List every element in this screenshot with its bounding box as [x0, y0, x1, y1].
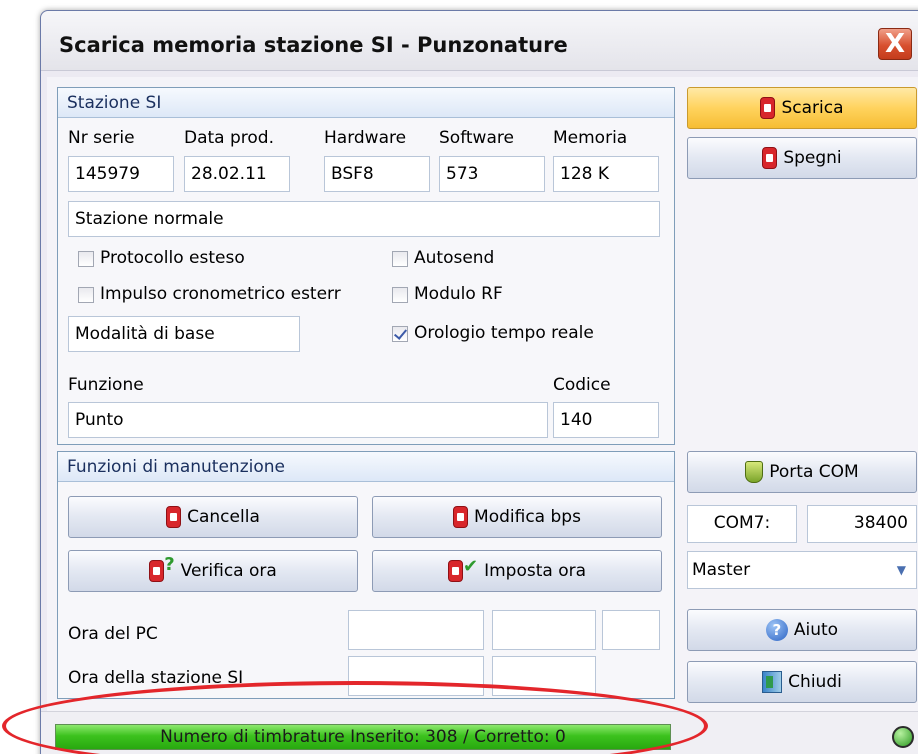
baud-rate-field[interactable]: 38400 — [807, 505, 917, 543]
imposta-ora-button[interactable]: ✔ Imposta ora — [372, 550, 662, 592]
funzione-label: Funzione — [68, 375, 144, 395]
modalita-field[interactable]: Modalità di base — [68, 316, 300, 352]
dialog-body: Stazione SI Nr serie Data prod. Hardware… — [47, 77, 918, 754]
modifica-bps-button[interactable]: Modifica bps — [372, 496, 662, 538]
codice-field[interactable]: 140 — [553, 402, 659, 438]
com-port-field[interactable]: COM7: — [687, 505, 797, 543]
si-card-icon — [760, 97, 776, 119]
manutenzione-header: Funzioni di manutenzione — [58, 452, 674, 482]
manutenzione-group: Funzioni di manutenzione Cancella Modifi… — [57, 451, 675, 699]
autosend-checkbox[interactable] — [392, 251, 408, 267]
window-title: Scarica memoria stazione SI - Punzonatur… — [59, 33, 568, 57]
verifica-ora-label: Verifica ora — [180, 561, 277, 581]
aiuto-button[interactable]: ? Aiuto — [687, 609, 917, 651]
scarica-button[interactable]: Scarica — [687, 87, 917, 129]
exit-door-icon — [762, 671, 783, 693]
imposta-ora-label: Imposta ora — [484, 561, 586, 581]
si-card-icon — [453, 506, 469, 528]
si-clock-icon — [149, 560, 165, 582]
stazione-tipo-field[interactable]: Stazione normale — [68, 201, 660, 237]
codice-label: Codice — [553, 375, 611, 395]
ora-pc-extra-field[interactable] — [602, 610, 660, 650]
porta-com-button[interactable]: Porta COM — [687, 451, 917, 493]
porta-com-label: Porta COM — [769, 462, 859, 482]
ora-pc-date-field[interactable] — [348, 610, 484, 650]
software-field[interactable]: 573 — [439, 156, 545, 192]
data-prod-field[interactable]: 28.02.11 — [184, 156, 290, 192]
hardware-field[interactable]: BSF8 — [324, 156, 430, 192]
memoria-label: Memoria — [553, 128, 628, 148]
modulo-rf-label: Modulo RF — [414, 284, 503, 304]
ora-stazione-label: Ora della stazione SI — [68, 668, 244, 688]
memoria-field[interactable]: 128 K — [553, 156, 659, 192]
verifica-ora-button[interactable]: ? Verifica ora — [68, 550, 358, 592]
spegni-button[interactable]: Spegni — [687, 137, 917, 179]
ora-pc-label: Ora del PC — [68, 624, 158, 644]
ora-pc-time-field[interactable] — [492, 610, 596, 650]
software-label: Software — [439, 128, 514, 148]
modulo-rf-checkbox[interactable] — [392, 287, 408, 303]
autosend-label: Autosend — [414, 248, 495, 268]
title-bar: Scarica memoria stazione SI - Punzonatur… — [41, 11, 918, 71]
data-prod-label: Data prod. — [184, 128, 274, 148]
hardware-label: Hardware — [324, 128, 407, 148]
dialog-window: Scarica memoria stazione SI - Punzonatur… — [40, 10, 918, 754]
protocollo-esteso-label: Protocollo esteso — [100, 248, 245, 268]
orologio-tempo-reale-checkbox[interactable] — [392, 326, 408, 342]
aiuto-label: Aiuto — [793, 620, 839, 640]
question-mark-icon: ? — [164, 553, 175, 575]
status-bar: Numero di timbrature Inserito: 308 / Cor… — [41, 711, 918, 754]
status-led-icon — [892, 726, 914, 748]
impulso-cronometrico-checkbox[interactable] — [78, 287, 94, 303]
impulso-cronometrico-label: Impulso cronometrico esterr — [100, 284, 341, 304]
spegni-label: Spegni — [783, 148, 842, 168]
checkmark-icon: ✔ — [462, 555, 479, 577]
serial-port-icon — [745, 461, 764, 483]
nr-serie-field[interactable]: 145979 — [68, 156, 174, 192]
cancella-label: Cancella — [187, 507, 260, 527]
chiudi-button[interactable]: Chiudi — [687, 661, 917, 703]
stazione-si-group: Stazione SI Nr serie Data prod. Hardware… — [57, 87, 675, 445]
si-card-icon — [762, 147, 778, 169]
si-card-icon — [166, 506, 182, 528]
funzione-field[interactable]: Punto — [68, 402, 548, 438]
orologio-tempo-reale-label: Orologio tempo reale — [414, 323, 594, 343]
chiudi-label: Chiudi — [788, 672, 842, 692]
stazione-si-header: Stazione SI — [58, 88, 674, 118]
cancella-button[interactable]: Cancella — [68, 496, 358, 538]
chevron-down-icon[interactable]: ▼ — [897, 552, 906, 588]
progress-bar: Numero di timbrature Inserito: 308 / Cor… — [55, 724, 671, 750]
nr-serie-label: Nr serie — [68, 128, 135, 148]
mode-select[interactable]: Master ▼ — [687, 551, 917, 589]
help-icon: ? — [765, 619, 788, 641]
ora-stazione-date-field[interactable] — [348, 656, 484, 696]
scarica-label: Scarica — [781, 98, 844, 118]
mode-select-value: Master — [692, 560, 751, 580]
protocollo-esteso-checkbox[interactable] — [78, 251, 94, 267]
si-clock-icon — [447, 560, 463, 582]
modifica-bps-label: Modifica bps — [474, 507, 581, 527]
ora-stazione-time-field[interactable] — [492, 656, 596, 696]
close-button[interactable]: X — [878, 28, 912, 60]
